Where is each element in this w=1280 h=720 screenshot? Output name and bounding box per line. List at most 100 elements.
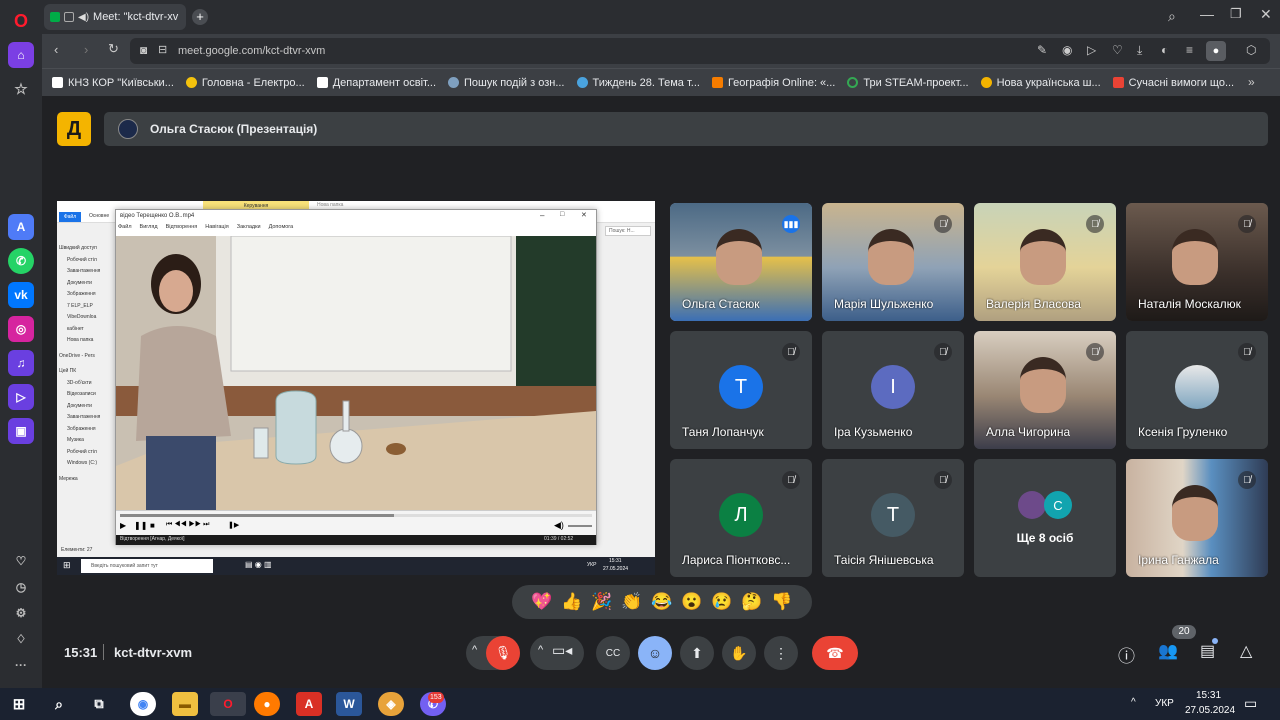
play-icon[interactable]: ▶: [120, 521, 126, 530]
more-options-icon[interactable]: ⋮: [764, 636, 798, 670]
tree-item[interactable]: Робочий стіл: [67, 449, 97, 455]
raise-hand-icon[interactable]: ✋: [722, 636, 756, 670]
participant-tile[interactable]: 🎙̸ Марія Шульженко: [822, 203, 964, 321]
player-menu-item[interactable]: Вигляд: [140, 224, 158, 234]
participant-tile[interactable]: 🎙̸ Алла Чигорина: [974, 331, 1116, 449]
reaction-emoji[interactable]: 🤔: [737, 587, 767, 617]
tree-item[interactable]: VibeDownloa: [67, 314, 96, 320]
volume-slider[interactable]: [568, 525, 592, 527]
tree-item[interactable]: Зображення: [67, 426, 96, 432]
previous-icon[interactable]: ⏮ ◀◀ ▶▶ ⏭: [166, 521, 209, 529]
player-maximize-icon[interactable]: □: [560, 211, 564, 218]
extensions-icon[interactable]: ⬡: [1246, 43, 1256, 57]
bookmark-heart-icon[interactable]: ♡: [1112, 43, 1123, 57]
participant-tile[interactable]: 🎙̸ Наталія Москалюк: [1126, 203, 1268, 321]
participant-tile[interactable]: Л 🎙̸ Лариса Пiонтковс...: [670, 459, 812, 577]
player-menu-item[interactable]: Відтворення: [166, 224, 198, 234]
whatsapp-icon[interactable]: ✆: [8, 248, 34, 274]
participant-tile[interactable]: C Ще 8 осіб: [974, 459, 1116, 577]
minimize-icon[interactable]: —: [1200, 6, 1214, 22]
tree-item[interactable]: 7 ELP_ELP: [67, 303, 93, 309]
site-info-icon[interactable]: ⊟: [158, 43, 167, 56]
volume-icon[interactable]: ◀): [554, 520, 564, 531]
tab-meet[interactable]: ◀) Meet: "kct-dtvr-xv: [44, 4, 186, 30]
camera-icon[interactable]: ▭◂: [552, 642, 572, 659]
bookmark-item[interactable]: КНЗ КОР "Київськи...: [52, 77, 174, 89]
tree-item[interactable]: Мережа: [59, 476, 78, 482]
history-icon[interactable]: ◷: [8, 574, 34, 600]
participant-tile[interactable]: I 🎙̸ Іра Кузьменко: [822, 331, 964, 449]
reaction-emoji[interactable]: 👎: [767, 587, 797, 617]
captions-icon[interactable]: CC: [596, 636, 630, 670]
search-tabs-icon[interactable]: ⌕: [1168, 8, 1176, 25]
reaction-emoji[interactable]: 👏: [617, 587, 647, 617]
snapshot-icon[interactable]: ◉: [1062, 43, 1072, 57]
tree-item[interactable]: Відеозаписи: [67, 391, 96, 397]
file-explorer-icon[interactable]: ▬: [172, 692, 198, 716]
windows-start-icon[interactable]: ⊞: [6, 692, 32, 716]
maximize-icon[interactable]: ❐: [1230, 6, 1242, 22]
reaction-emoji[interactable]: 😮: [677, 587, 707, 617]
tree-item[interactable]: Завантаження: [67, 268, 100, 274]
pinboard-icon[interactable]: ☆: [8, 76, 34, 102]
language-indicator[interactable]: УКР: [1155, 698, 1174, 709]
bookmark-item[interactable]: Пошук подій з озн...: [448, 77, 565, 89]
explorer-home-tab[interactable]: Основне: [89, 213, 109, 219]
clock-date[interactable]: 27.05.2024: [1185, 705, 1235, 716]
present-screen-icon[interactable]: ⬆: [680, 636, 714, 670]
activities-icon[interactable]: △: [1240, 641, 1252, 661]
search-icon[interactable]: ⌕: [46, 692, 72, 716]
music-player-icon[interactable]: ♫: [8, 350, 34, 376]
player-minimize-icon[interactable]: –: [540, 211, 544, 220]
wallet-icon[interactable]: ▣: [8, 418, 34, 444]
player-menu-item[interactable]: Допомога: [269, 224, 294, 234]
tree-item[interactable]: Музика: [67, 437, 84, 443]
people-icon[interactable]: 👥: [1158, 641, 1178, 661]
tips-icon[interactable]: ♢: [8, 626, 34, 652]
camera-options-chevron-icon[interactable]: ^: [538, 644, 543, 656]
mic-options-chevron-icon[interactable]: ^: [472, 644, 477, 656]
tree-item[interactable]: OneDrive - Pers: [59, 353, 95, 359]
participant-tile[interactable]: T 🎙̸ Таня Лопанчук: [670, 331, 812, 449]
tree-item[interactable]: Документи: [67, 280, 92, 286]
participant-tile[interactable]: 🎙̸ Ірина Ганжала: [1126, 459, 1268, 577]
acrobat-icon[interactable]: A: [296, 692, 322, 716]
bookmark-item[interactable]: Нова українська ш...: [980, 77, 1101, 89]
tree-item[interactable]: кабінет: [67, 326, 84, 332]
menu-icon[interactable]: ≡: [1186, 43, 1193, 57]
tree-item[interactable]: Цей ПК: [59, 368, 76, 374]
vlc-like-icon[interactable]: ◈: [378, 692, 404, 716]
task-view-icon[interactable]: ⧉: [86, 692, 112, 716]
pause-icon[interactable]: ❚❚: [134, 521, 147, 530]
settings-icon[interactable]: ⚙: [8, 600, 34, 626]
instagram-icon[interactable]: ◎: [8, 316, 34, 342]
participant-tile[interactable]: 🎙̸ Валерія Власова: [974, 203, 1116, 321]
tree-item[interactable]: Документи: [67, 403, 92, 409]
bookmark-item[interactable]: Тиждень 28. Тема т...: [576, 77, 700, 89]
leave-call-icon[interactable]: ☎: [812, 636, 858, 670]
notifications-icon[interactable]: ▭: [1244, 695, 1257, 712]
vk-icon[interactable]: vk: [8, 282, 34, 308]
tree-item[interactable]: Швидкий доступ: [59, 245, 97, 251]
seek-bar[interactable]: [120, 514, 592, 517]
bookmark-item[interactable]: Головна - Електро...: [185, 77, 305, 89]
download-icon[interactable]: ⤓: [1137, 43, 1142, 58]
edit-icon[interactable]: ✎: [1037, 43, 1047, 57]
chat-icon[interactable]: ▤: [1200, 641, 1215, 661]
play-icon[interactable]: ▷: [1087, 43, 1096, 57]
player-menu-item[interactable]: Файл: [118, 224, 132, 234]
forward-icon[interactable]: ›: [84, 42, 88, 57]
firefox-icon[interactable]: ●: [254, 692, 280, 716]
player-icon[interactable]: ▷: [8, 384, 34, 410]
mic-off-icon[interactable]: 🎙: [486, 636, 520, 670]
explorer-search[interactable]: Пошук: Н...: [605, 226, 651, 236]
tree-item[interactable]: Зображення: [67, 291, 96, 297]
meeting-info-icon[interactable]: ⓘ: [1118, 642, 1135, 667]
tree-item[interactable]: Робочий стіл: [67, 257, 97, 263]
participant-tile[interactable]: 🎙̸ Ксенія Груленко: [1126, 331, 1268, 449]
tree-item[interactable]: Завантаження: [67, 414, 100, 420]
tray-overflow-icon[interactable]: ^: [1131, 697, 1136, 708]
reaction-emoji[interactable]: 💖: [527, 587, 557, 617]
profile-icon[interactable]: ●: [1206, 41, 1226, 61]
stop-icon[interactable]: ■: [150, 521, 155, 530]
